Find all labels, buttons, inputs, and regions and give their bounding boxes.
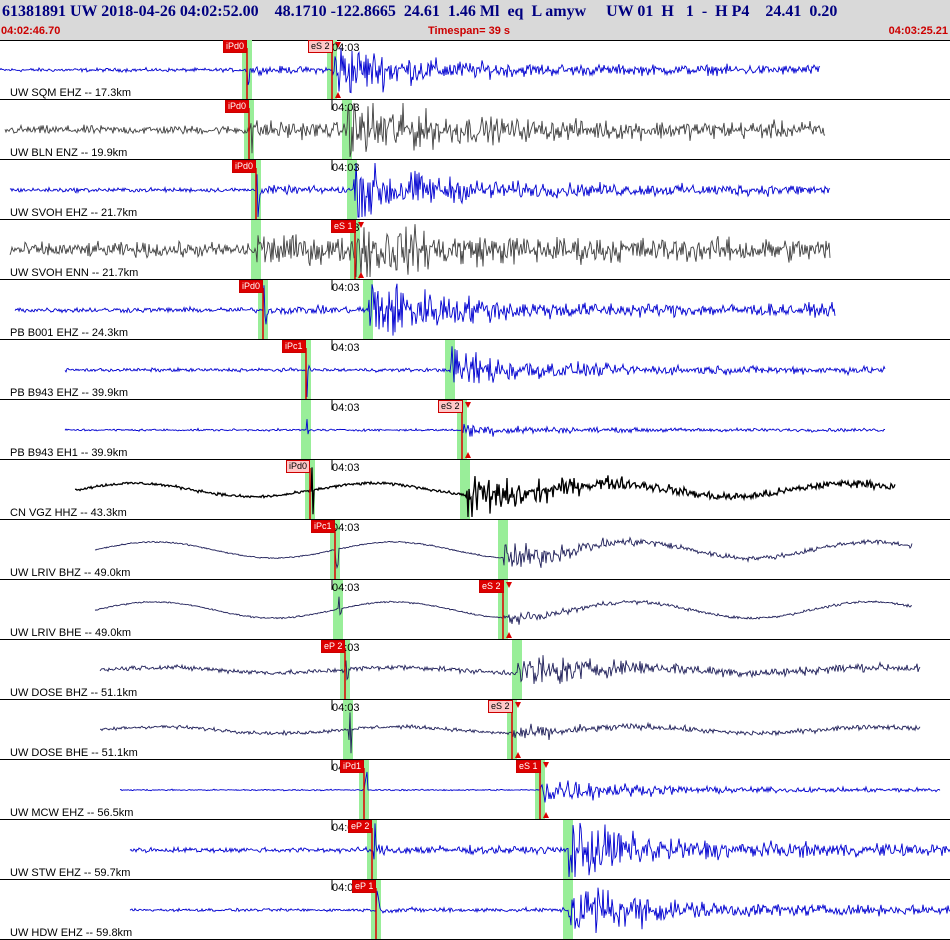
seismogram-panel[interactable]: 04:03 eS 2 PB B943 EH1 -- 39.9km bbox=[0, 400, 950, 460]
trace-canvas[interactable] bbox=[0, 880, 950, 940]
seismogram-panel[interactable]: 04:03 iPc1 PB B943 EHZ -- 39.9km bbox=[0, 340, 950, 400]
p-pick-label[interactable]: iPc1 bbox=[311, 520, 335, 533]
minute-label: 04:03 bbox=[332, 42, 360, 54]
s-pick-label[interactable]: eS 1 bbox=[331, 220, 356, 233]
s-pick-label[interactable]: eS 2 bbox=[438, 400, 463, 413]
station-channel-label: UW STW EHZ -- 59.7km bbox=[10, 867, 131, 879]
seismogram-panel[interactable]: 04:03 iPd0 eS 2 UW SQM EHZ -- 17.3km bbox=[0, 40, 950, 100]
trace-canvas[interactable] bbox=[0, 640, 950, 700]
p-pick-label[interactable]: iPd0 bbox=[286, 460, 311, 473]
seismogram-panel[interactable]: 04:03 eP 2 UW STW EHZ -- 59.7km bbox=[0, 820, 950, 880]
trace-canvas[interactable] bbox=[0, 340, 950, 400]
minute-label: 04:03 bbox=[332, 522, 360, 534]
seismogram-panel[interactable]: 04:03 iPd0 UW SVOH EHZ -- 21.7km bbox=[0, 160, 950, 220]
waveform-trace bbox=[64, 346, 886, 398]
window-start-time: 04:02:46.70 bbox=[1, 25, 61, 37]
trace-canvas[interactable] bbox=[0, 700, 950, 760]
p-pick-label[interactable]: iPd0 bbox=[239, 280, 264, 293]
trace-canvas[interactable] bbox=[0, 820, 950, 880]
waveform-trace bbox=[74, 467, 896, 518]
s-pick-label[interactable]: eS 2 bbox=[308, 40, 333, 53]
seismogram-panel[interactable]: 04:03 iPd0 UW BLN ENZ -- 19.9km bbox=[0, 100, 950, 160]
seismogram-panel[interactable]: 04:03 eP 2 UW DOSE BHZ -- 51.1km bbox=[0, 640, 950, 700]
trace-canvas[interactable] bbox=[0, 40, 950, 100]
trace-canvas[interactable] bbox=[0, 220, 950, 280]
p-pick-label[interactable]: eP 2 bbox=[348, 820, 373, 833]
trace-canvas[interactable] bbox=[0, 400, 950, 460]
station-channel-label: UW DOSE BHZ -- 51.1km bbox=[10, 687, 138, 699]
station-channel-label: UW MCW EHZ -- 56.5km bbox=[10, 807, 134, 819]
window-end-time: 04:03:25.21 bbox=[888, 25, 948, 37]
trace-canvas[interactable] bbox=[0, 100, 950, 160]
trace-canvas[interactable] bbox=[0, 460, 950, 520]
seismogram-panel[interactable]: 04:03 iPd0 PB B001 EHZ -- 24.3km bbox=[0, 280, 950, 340]
station-channel-label: UW BLN ENZ -- 19.9km bbox=[10, 147, 128, 159]
minute-label: 04:03 bbox=[332, 162, 360, 174]
station-channel-label: UW HDW EHZ -- 59.8km bbox=[10, 927, 133, 939]
minute-label: 04:03 bbox=[332, 582, 360, 594]
station-channel-label: UW LRIV BHZ -- 49.0km bbox=[10, 567, 131, 579]
minute-label: 04:03 bbox=[332, 402, 360, 414]
p-pick-label[interactable]: eP 1 bbox=[352, 880, 377, 893]
seismogram-panel[interactable]: 04:03iPd1eS 1UW MCW EHZ -- 56.5km bbox=[0, 760, 950, 820]
station-channel-label: PB B001 EHZ -- 24.3km bbox=[10, 327, 128, 339]
waveform-trace bbox=[64, 419, 886, 437]
minute-label: 04:03 bbox=[332, 462, 360, 474]
seismogram-panel[interactable]: 04:03 eP 1 UW HDW EHZ -- 59.8km bbox=[0, 880, 950, 940]
station-channel-label: UW SVOH ENN -- 21.7km bbox=[10, 267, 139, 279]
trace-canvas[interactable] bbox=[0, 580, 950, 640]
event-summary-title: 61381891 UW 2018-04-26 04:02:52.00 48.17… bbox=[2, 3, 838, 20]
s-pick-label[interactable]: eS 2 bbox=[479, 580, 504, 593]
waveform-trace bbox=[14, 283, 836, 336]
event-header: 61381891 UW 2018-04-26 04:02:52.00 48.17… bbox=[0, 0, 950, 41]
seismogram-panel[interactable]: 04:03 iPc1 UW LRIV BHZ -- 49.0km bbox=[0, 520, 950, 580]
seismogram-panels[interactable]: 04:03 iPd0 eS 2 UW SQM EHZ -- 17.3km 04:03 iP… bbox=[0, 40, 950, 940]
waveform-trace bbox=[4, 102, 826, 158]
minute-label: 04:03 bbox=[332, 342, 360, 354]
seismogram-panel[interactable]: 04:03 eS 2 UW DOSE BHE -- 51.1km bbox=[0, 700, 950, 760]
station-channel-label: PB B943 EH1 -- 39.9km bbox=[10, 447, 128, 459]
waveform-trace bbox=[129, 822, 950, 878]
station-channel-label: UW SQM EHZ -- 17.3km bbox=[10, 87, 132, 99]
waveform-trace bbox=[129, 887, 950, 934]
minute-label: 04:03 bbox=[332, 282, 360, 294]
waveform-trace bbox=[119, 771, 941, 803]
station-channel-label: UW DOSE BHE -- 51.1km bbox=[10, 747, 138, 759]
trace-canvas[interactable] bbox=[0, 160, 950, 220]
station-channel-label: CN VGZ HHZ -- 43.3km bbox=[10, 507, 127, 519]
p-pick-label[interactable]: iPd0 bbox=[232, 160, 257, 173]
p-pick-label[interactable]: eP 2 bbox=[321, 640, 346, 653]
p-pick-label[interactable]: iPd0 bbox=[225, 100, 250, 113]
p-pick-label[interactable]: iPc1 bbox=[282, 340, 306, 353]
s-pick-label[interactable]: eS 1 bbox=[516, 760, 541, 773]
minute-label: 04:03 bbox=[332, 102, 360, 114]
station-channel-label: UW SVOH EHZ -- 21.7km bbox=[10, 207, 138, 219]
seismogram-panel[interactable]: 04:03 iPd0 CN VGZ HHZ -- 43.3km bbox=[0, 460, 950, 520]
trace-canvas[interactable] bbox=[0, 520, 950, 580]
p-pick-label[interactable]: iPd0 bbox=[223, 40, 248, 53]
seismogram-panel[interactable]: 04:03eS 1UW SVOH ENN -- 21.7km bbox=[0, 220, 950, 280]
s-pick-label[interactable]: eS 2 bbox=[488, 700, 513, 713]
p-pick-label[interactable]: iPd1 bbox=[340, 760, 365, 773]
station-channel-label: PB B943 EHZ -- 39.9km bbox=[10, 387, 128, 399]
p-window-band bbox=[251, 220, 261, 280]
timespan-label: Timespan= 39 s bbox=[428, 25, 511, 37]
station-channel-label: UW LRIV BHE -- 49.0km bbox=[10, 627, 132, 639]
seismogram-panel[interactable]: 04:03 eS 2 UW LRIV BHE -- 49.0km bbox=[0, 580, 950, 640]
trace-canvas[interactable] bbox=[0, 760, 950, 820]
minute-label: 04:03 bbox=[332, 702, 360, 714]
trace-canvas[interactable] bbox=[0, 280, 950, 340]
waveform-trace bbox=[0, 47, 821, 94]
waveform-trace bbox=[99, 655, 921, 684]
